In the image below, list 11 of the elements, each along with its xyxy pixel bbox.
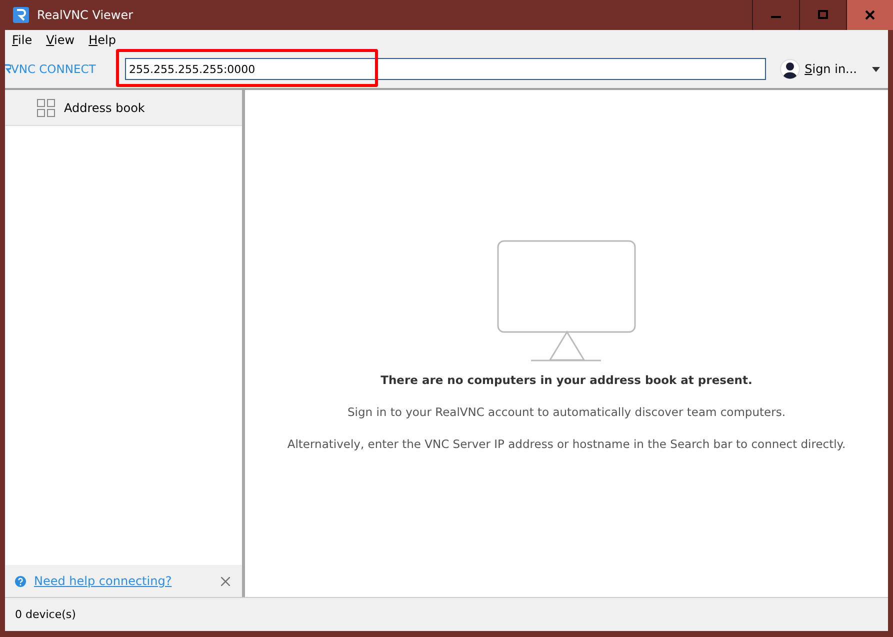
empty-state-text: Sign in to your RealVNC account to automatically discover team computers. xyxy=(348,405,786,419)
empty-state-text: Alternatively, enter the VNC Server IP address or hostname in the Search bar to connect directly. xyxy=(287,437,846,451)
menu-item[interactable]: File xyxy=(12,33,32,47)
device-count: 0 device(s) xyxy=(5,597,888,631)
menu-item[interactable]: View xyxy=(46,33,75,47)
sign-in-button[interactable]: Sign in... xyxy=(780,59,880,79)
logo: VNC CONNECT xyxy=(11,62,96,76)
menu-item[interactable]: Help xyxy=(88,33,116,47)
search-field[interactable]: 255.255.255.255:0000 xyxy=(125,58,766,80)
empty-state-heading: There are no computers in your address book at present. xyxy=(380,373,752,387)
window-title: RealVNC Viewer xyxy=(37,8,134,22)
